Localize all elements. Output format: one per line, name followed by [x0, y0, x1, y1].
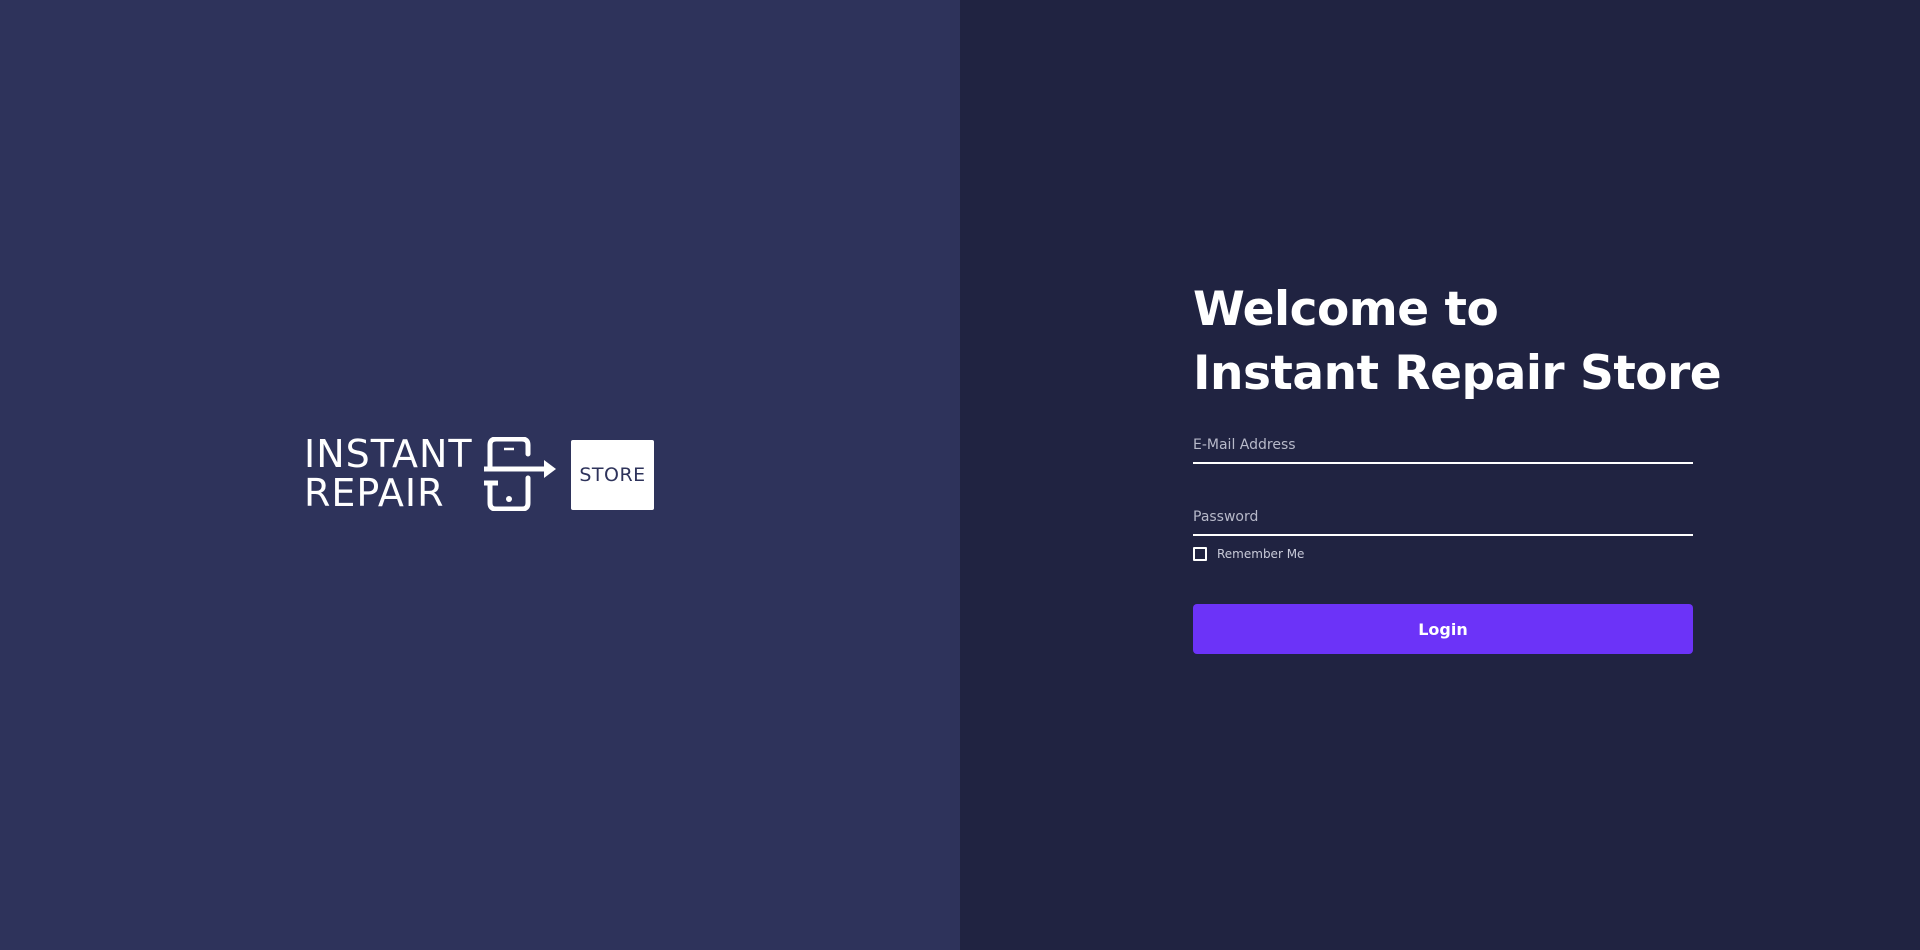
phone-transfer-icon [484, 437, 556, 511]
login-form: Welcome to Instant Repair Store Remember… [1193, 278, 1722, 654]
login-button[interactable]: Login [1193, 604, 1693, 654]
remember-me-row: Remember Me [1193, 546, 1693, 562]
logo-text: INSTANT REPAIR [304, 435, 473, 513]
remember-me-checkbox[interactable] [1193, 547, 1207, 561]
email-field[interactable] [1193, 434, 1693, 464]
logo-line-instant: INSTANT [304, 432, 473, 476]
title-line-2: Instant Repair Store [1193, 346, 1722, 401]
title-line-1: Welcome to [1193, 282, 1499, 337]
password-field[interactable] [1193, 506, 1693, 536]
login-panel: Welcome to Instant Repair Store Remember… [960, 0, 1920, 950]
email-field-wrapper [1193, 434, 1693, 464]
logo-line-repair: REPAIR [304, 471, 445, 515]
login-page: INSTANT REPAIR STORE Welcome to Instant … [0, 0, 1920, 950]
logo-store-text: STORE [579, 464, 646, 486]
logo-store-badge: STORE [571, 440, 654, 510]
brand-panel: INSTANT REPAIR STORE [0, 0, 960, 950]
page-title: Welcome to Instant Repair Store [1193, 278, 1722, 406]
logo: INSTANT REPAIR STORE [304, 435, 654, 513]
password-field-wrapper [1193, 506, 1693, 536]
remember-me-label[interactable]: Remember Me [1217, 547, 1304, 561]
